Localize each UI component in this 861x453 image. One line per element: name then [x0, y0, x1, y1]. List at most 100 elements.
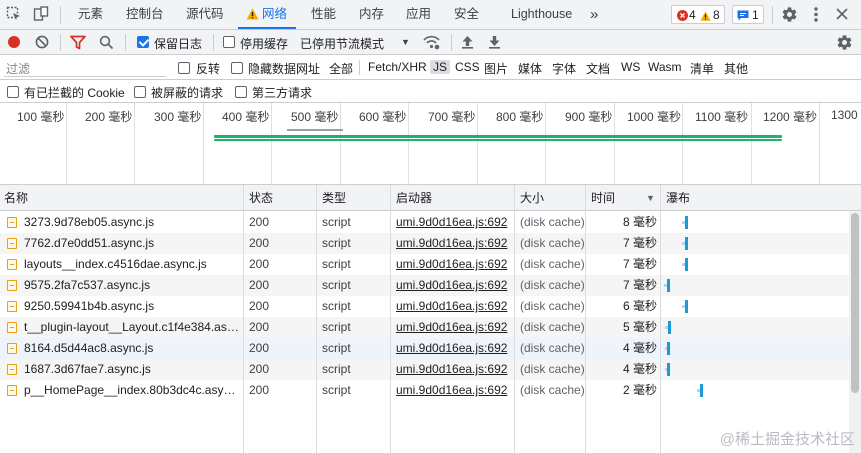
tab-sources[interactable]: 源代码 — [186, 0, 224, 29]
record-button[interactable] — [8, 36, 20, 48]
filter-bar: 过滤 反转 隐藏数据网址 全部 Fetch/XHR JS CSS 图片 媒体 字… — [0, 55, 861, 80]
type-filter-font[interactable]: 字体 — [552, 60, 576, 77]
close-icon[interactable] — [834, 6, 850, 22]
column-header-type[interactable]: 类型 — [318, 185, 346, 211]
request-initiator-link[interactable]: umi.9d0d16ea.js:692 — [396, 338, 512, 359]
invert-checkbox[interactable] — [178, 61, 190, 75]
network-conditions-icon[interactable] — [423, 34, 440, 50]
table-row[interactable]: 7762.d7e0dd51.async.js 200 script umi.9d… — [0, 233, 861, 254]
request-initiator-link[interactable]: umi.9d0d16ea.js:692 — [396, 359, 512, 380]
import-har-icon[interactable] — [461, 35, 474, 49]
filter-icon[interactable] — [70, 35, 86, 50]
table-row[interactable]: 9250.59941b4b.async.js 200 script umi.9d… — [0, 296, 861, 317]
type-filter-js[interactable]: JS — [430, 60, 451, 74]
tab-security[interactable]: 安全 — [454, 0, 479, 29]
export-har-icon[interactable] — [488, 35, 501, 49]
request-type: script — [322, 383, 351, 397]
search-icon[interactable] — [99, 35, 114, 50]
table-row[interactable]: t__plugin-layout__Layout.c1f4e384.asy...… — [0, 317, 861, 338]
filter-placeholder: 过滤 — [6, 62, 31, 76]
disable-cache-checkbox[interactable] — [223, 35, 235, 49]
gear-icon[interactable] — [781, 6, 798, 23]
overview-timeline[interactable]: 100 毫秒 200 毫秒 300 毫秒 400 毫秒 500 毫秒 600 毫… — [0, 103, 861, 185]
tick-label: 600 毫秒 — [359, 110, 407, 124]
table-row[interactable]: 9575.2fa7c537.async.js 200 script umi.9d… — [0, 275, 861, 296]
chevron-down-icon[interactable]: ▼ — [401, 37, 410, 47]
column-divider[interactable] — [390, 185, 391, 453]
more-tabs-button[interactable]: » — [590, 0, 598, 29]
table-row[interactable]: 8164.d5d44ac8.async.js 200 script umi.9d… — [0, 338, 861, 359]
inspect-element-icon[interactable] — [6, 6, 22, 22]
request-status: 200 — [249, 278, 270, 292]
third-party-checkbox[interactable] — [235, 85, 247, 99]
table-row[interactable]: 3273.9d78eb05.async.js 200 script umi.9d… — [0, 212, 861, 233]
scrollbar-thumb[interactable] — [851, 213, 859, 393]
tick-label: 400 毫秒 — [222, 110, 270, 124]
tab-network[interactable]: 网络 — [262, 0, 287, 29]
column-header-initiator[interactable]: 启动器 — [392, 185, 432, 211]
waterfall-bar — [685, 258, 688, 271]
preserve-log-checkbox[interactable] — [137, 35, 149, 49]
network-settings-gear-icon[interactable] — [836, 34, 853, 51]
type-filter-ws[interactable]: WS — [621, 60, 640, 74]
type-filter-other[interactable]: 其他 — [724, 60, 748, 77]
column-header-waterfall[interactable]: 瀑布 — [662, 185, 690, 211]
blocked-requests-checkbox[interactable] — [134, 85, 146, 99]
type-filter-wasm[interactable]: Wasm — [648, 60, 682, 74]
waterfall-bar — [685, 300, 688, 313]
throttling-select[interactable]: 已停用节流模式 — [300, 35, 384, 52]
column-header-status[interactable]: 状态 — [245, 185, 273, 211]
column-divider[interactable] — [660, 185, 661, 453]
column-divider[interactable] — [316, 185, 317, 453]
script-file-icon — [7, 364, 17, 375]
column-divider[interactable] — [585, 185, 586, 453]
table-row[interactable]: p__HomePage__index.80b3dc4c.async.js 200… — [0, 380, 861, 401]
more-options-icon[interactable] — [810, 6, 822, 23]
request-initiator-link[interactable]: umi.9d0d16ea.js:692 — [396, 212, 512, 233]
type-filter-img[interactable]: 图片 — [484, 60, 508, 77]
request-initiator-link[interactable]: umi.9d0d16ea.js:692 — [396, 380, 512, 401]
column-header-name[interactable]: 名称 — [0, 185, 28, 211]
request-time: 7 毫秒 — [622, 257, 657, 271]
column-divider[interactable] — [243, 185, 244, 453]
tab-performance[interactable]: 性能 — [311, 0, 336, 29]
third-party-label: 第三方请求 — [252, 86, 313, 100]
tab-elements[interactable]: 元素 — [78, 0, 103, 29]
type-filter-fetch-xhr[interactable]: Fetch/XHR — [368, 60, 427, 74]
tab-application[interactable]: 应用 — [406, 0, 431, 29]
table-row[interactable]: layouts__index.c4516dae.async.js 200 scr… — [0, 254, 861, 275]
tab-console[interactable]: 控制台 — [126, 0, 164, 29]
vertical-scrollbar[interactable] — [849, 211, 861, 453]
request-name: 8164.d5d44ac8.async.js — [24, 341, 154, 355]
request-initiator-link[interactable]: umi.9d0d16ea.js:692 — [396, 233, 512, 254]
column-divider[interactable] — [514, 185, 515, 453]
messages-counter[interactable]: 1 — [732, 5, 764, 24]
invert-label: 反转 — [196, 62, 221, 76]
request-initiator-link[interactable]: umi.9d0d16ea.js:692 — [396, 317, 512, 338]
request-time: 8 毫秒 — [622, 215, 657, 229]
request-type: script — [322, 236, 351, 250]
device-toolbar-icon[interactable] — [33, 6, 49, 22]
type-filter-manifest[interactable]: 清单 — [690, 60, 714, 77]
type-filter-doc[interactable]: 文档 — [586, 60, 610, 77]
column-header-size[interactable]: 大小 — [516, 185, 544, 211]
blocked-cookies-checkbox[interactable] — [7, 85, 19, 99]
tab-lighthouse[interactable]: Lighthouse — [511, 0, 572, 29]
column-header-time[interactable]: 时间 — [587, 185, 615, 211]
request-initiator-link[interactable]: umi.9d0d16ea.js:692 — [396, 254, 512, 275]
table-row[interactable]: 1687.3d67fae7.async.js 200 script umi.9d… — [0, 359, 861, 380]
script-file-icon — [7, 238, 17, 249]
type-filter-media[interactable]: 媒体 — [518, 60, 542, 77]
request-initiator-link[interactable]: umi.9d0d16ea.js:692 — [396, 296, 512, 317]
clear-icon[interactable] — [35, 35, 49, 49]
type-filter-all[interactable]: 全部 — [329, 60, 353, 77]
request-initiator-link[interactable]: umi.9d0d16ea.js:692 — [396, 275, 512, 296]
hide-data-urls-checkbox[interactable] — [231, 61, 243, 75]
request-time: 7 毫秒 — [622, 278, 657, 292]
filter-input[interactable]: 过滤 — [4, 58, 166, 77]
request-name: layouts__index.c4516dae.async.js — [24, 257, 207, 271]
request-type: script — [322, 257, 351, 271]
issues-counter[interactable]: 4 8 — [671, 5, 725, 24]
type-filter-css[interactable]: CSS — [455, 60, 480, 74]
tab-memory[interactable]: 内存 — [359, 0, 384, 29]
